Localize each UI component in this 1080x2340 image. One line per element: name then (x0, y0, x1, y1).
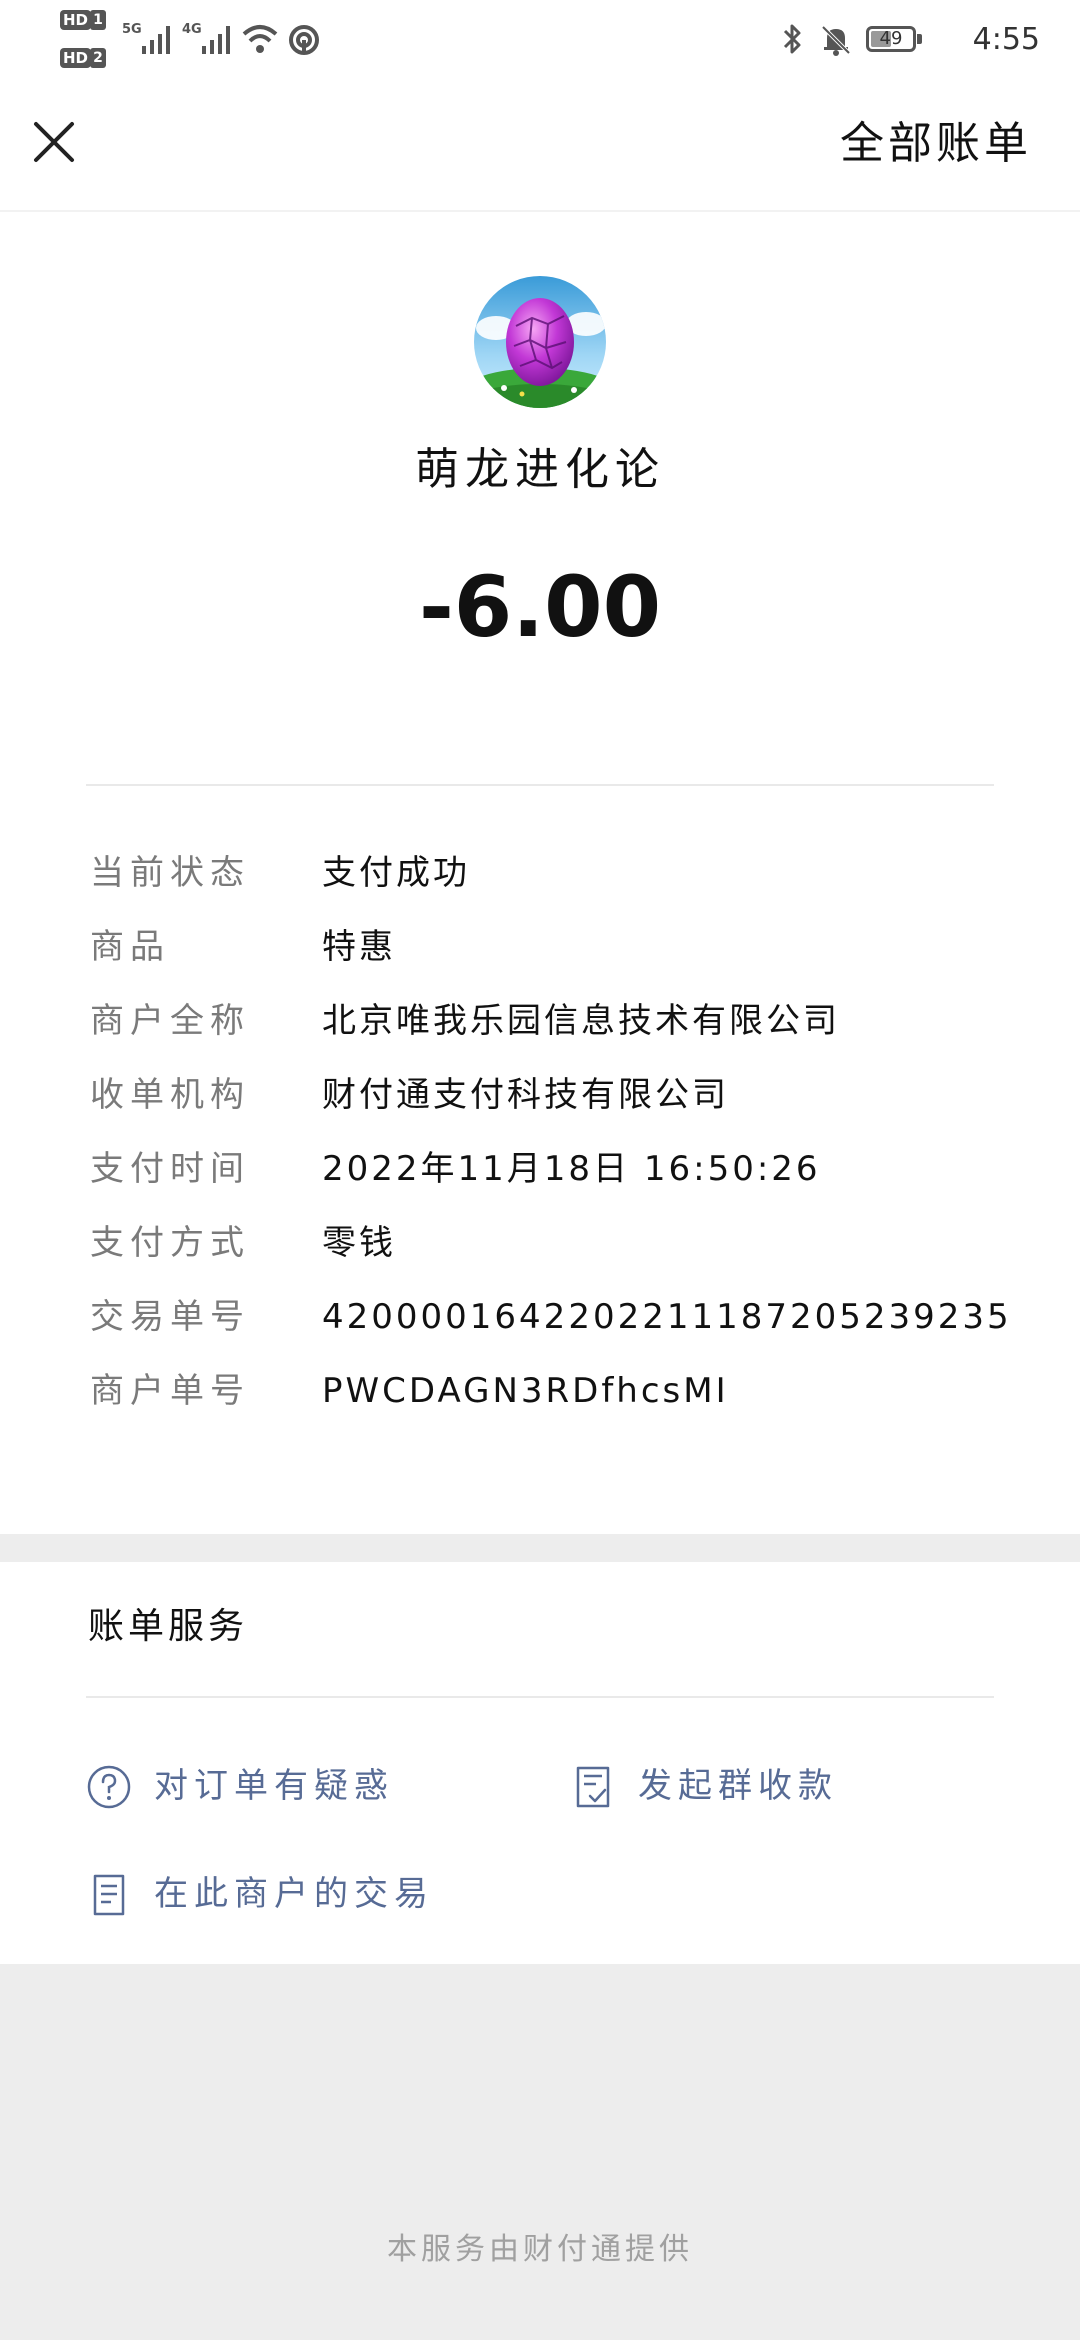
detail-value: 特惠 (322, 927, 396, 967)
signal-icon-2 (202, 26, 230, 54)
merchant-avatar (474, 276, 606, 408)
detail-value: 零钱 (322, 1223, 396, 1263)
detail-row-merchant-order-id: 商户单号 PWCDAGN3RDfhcsMI (90, 1366, 1010, 1440)
detail-row-status: 当前状态 支付成功 (90, 848, 1010, 922)
transaction-details: 当前状态 支付成功 商品 特惠 商户全称 北京唯我乐园信息技术有限公司 收单机构… (90, 848, 1010, 1440)
divider (86, 784, 994, 786)
divider (86, 1696, 994, 1698)
detail-value: 财付通支付科技有限公司 (322, 1075, 729, 1115)
detail-row-payment-time: 支付时间 2022年11月18日 16:50:26 (90, 1144, 1010, 1218)
detail-label: 商户全称 (90, 1001, 250, 1041)
transaction-card: 萌龙进化论 -6.00 当前状态 支付成功 商品 特惠 商户全称 北京唯我乐园信… (0, 212, 1080, 1534)
detail-label: 交易单号 (90, 1297, 250, 1337)
detail-value: 北京唯我乐园信息技术有限公司 (322, 1001, 840, 1041)
detail-label: 当前状态 (90, 853, 250, 893)
detail-row-product: 商品 特惠 (90, 922, 1010, 996)
all-bills-link[interactable]: 全部账单 (840, 116, 1032, 172)
question-circle-icon (87, 1765, 131, 1809)
detail-value: 4200001642202211187205239235 (322, 1297, 1012, 1337)
sim1-hd-badge: HD (60, 10, 92, 30)
detail-row-merchant-full-name: 商户全称 北京唯我乐园信息技术有限公司 (90, 996, 1010, 1070)
detail-value: 支付成功 (322, 853, 470, 893)
service-label: 在此商户的交易 (154, 1874, 434, 1914)
service-label: 对订单有疑惑 (154, 1766, 394, 1806)
provider-footer-note: 本服务由财付通提供 (387, 2232, 693, 2267)
checklist-icon (576, 1766, 610, 1808)
bluetooth-icon (783, 24, 801, 54)
detail-row-transaction-id: 交易单号 4200001642202211187205239235 (90, 1292, 1010, 1366)
mute-bell-icon (821, 25, 851, 56)
detail-label: 支付时间 (90, 1149, 250, 1189)
hotspot-icon (289, 25, 319, 55)
sim1-number: 1 (90, 10, 106, 30)
transaction-amount: -6.00 (418, 558, 662, 656)
sim2-hd-badge: HD (60, 48, 92, 68)
detail-label: 支付方式 (90, 1223, 250, 1263)
navigation-header: 全部账单 (0, 80, 1080, 212)
detail-label: 收单机构 (90, 1075, 250, 1115)
status-bar: HD 1 HD 2 5G 4G 49 4:55 (0, 0, 1080, 80)
bill-services-card: 账单服务 对订单有疑惑 发起群收款 在此商户的交易 (0, 1562, 1080, 1964)
battery-tip (917, 34, 922, 44)
status-right: 49 4:55 (780, 18, 1040, 62)
merchant-name: 萌龙进化论 (415, 444, 665, 495)
battery-icon: 49 (866, 26, 916, 52)
signal-icon (142, 26, 170, 54)
detail-label: 商户单号 (90, 1371, 250, 1411)
sim2-number: 2 (90, 48, 106, 68)
detail-value: 2022年11月18日 16:50:26 (322, 1149, 821, 1189)
bill-detail-screen: HD 1 HD 2 5G 4G 49 4:55 全部账单 萌龙进化论 -6.00… (0, 0, 1080, 2340)
detail-label: 商品 (90, 927, 170, 967)
services-title: 账单服务 (88, 1606, 249, 1647)
document-icon (93, 1874, 125, 1916)
wifi-icon (242, 25, 278, 53)
detail-value: PWCDAGN3RDfhcsMI (322, 1371, 729, 1411)
status-left: HD 1 HD 2 5G 4G (60, 10, 380, 70)
close-icon (34, 122, 74, 162)
service-label: 发起群收款 (638, 1766, 838, 1806)
dragon-egg-logo (474, 276, 606, 408)
clock-time: 4:55 (972, 22, 1040, 57)
detail-row-acquirer: 收单机构 财付通支付科技有限公司 (90, 1070, 1010, 1144)
close-button[interactable] (22, 110, 86, 174)
battery-level-text: 49 (879, 28, 903, 49)
detail-row-payment-method: 支付方式 零钱 (90, 1218, 1010, 1292)
